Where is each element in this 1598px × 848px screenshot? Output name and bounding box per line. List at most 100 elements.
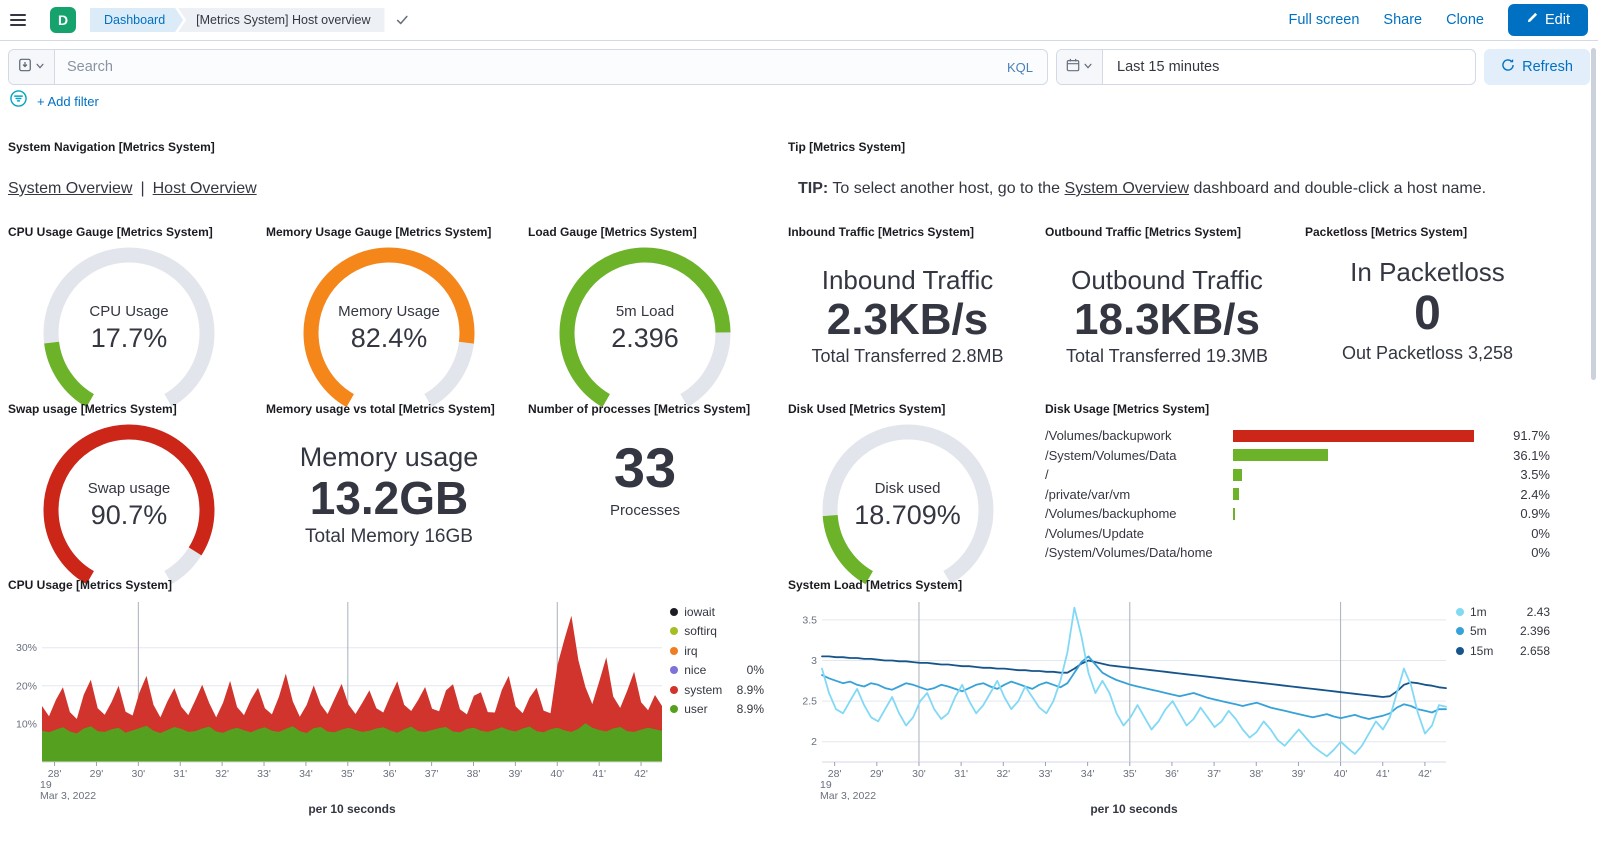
disk-path-label: /System/Volumes/Data: [1045, 448, 1233, 463]
legend-color-dot: [670, 705, 678, 713]
svg-text:32': 32': [215, 768, 229, 780]
svg-text:29': 29': [870, 768, 884, 780]
query-bar: KQL Last 15 minutes Refresh: [0, 41, 1598, 89]
metric-label: Outbound Traffic: [1045, 265, 1289, 296]
breadcrumb-dashboard[interactable]: Dashboard: [90, 8, 183, 32]
gauge-value: 17.7%: [34, 323, 224, 354]
tip-text-after: dashboard and double-click a host name.: [1189, 180, 1486, 197]
refresh-button[interactable]: Refresh: [1484, 49, 1590, 85]
legend-color-dot: [670, 686, 678, 694]
svg-text:40': 40': [1334, 768, 1348, 780]
date-quick-select-button[interactable]: [1057, 50, 1103, 84]
svg-text:34': 34': [299, 768, 313, 780]
disk-percent-value: 0%: [1496, 526, 1550, 541]
share-link[interactable]: Share: [1383, 12, 1422, 28]
svg-text:37': 37': [1207, 768, 1221, 780]
svg-text:30': 30': [132, 768, 146, 780]
vertical-scrollbar[interactable]: [1591, 48, 1596, 380]
gauge-label: Swap usage: [34, 480, 224, 497]
check-icon: [395, 13, 409, 27]
cpu-usage-chart[interactable]: 10%20%30%28'29'30'31'32'33'34'35'36'37'3…: [8, 594, 666, 800]
legend-item[interactable]: system8.9%: [670, 680, 764, 700]
legend-label: 1m: [1470, 605, 1518, 619]
panel-title[interactable]: Memory Usage Gauge [Metrics System]: [266, 225, 512, 239]
load-chart-legend: 1m2.435m2.39615m2.658: [1456, 602, 1550, 800]
search-input[interactable]: [55, 59, 993, 75]
panel-title[interactable]: Packetloss [Metrics System]: [1305, 225, 1550, 239]
system-load-chart[interactable]: 22.533.528'29'30'31'32'33'34'35'36'37'38…: [788, 594, 1452, 800]
panel-title[interactable]: CPU Usage Gauge [Metrics System]: [8, 225, 250, 239]
metric-value: 13.2GB: [266, 473, 512, 524]
gauge-value: 90.7%: [34, 500, 224, 531]
svg-text:32': 32': [996, 768, 1010, 780]
top-actions: Full screen Share Clone Edit: [1288, 4, 1588, 36]
legend-item[interactable]: 1m2.43: [1456, 602, 1550, 622]
panel-title[interactable]: CPU Usage [Metrics System]: [8, 578, 764, 592]
legend-color-dot: [1456, 627, 1464, 635]
legend-item[interactable]: nice0%: [670, 661, 764, 681]
legend-label: 5m: [1470, 624, 1518, 638]
tip-system-overview-link[interactable]: System Overview: [1065, 180, 1189, 197]
legend-color-dot: [670, 666, 678, 674]
panel-title[interactable]: System Navigation [Metrics System]: [8, 140, 762, 154]
disk-usage-row: /Volumes/backupwork91.7%: [1045, 426, 1550, 446]
svg-text:35': 35': [1123, 768, 1137, 780]
system-overview-link[interactable]: System Overview: [8, 180, 132, 197]
metric-value: 0: [1305, 288, 1550, 341]
gauge-label: Disk used: [813, 480, 1003, 497]
legend-item[interactable]: 15m2.658: [1456, 641, 1550, 661]
disk-usage-bar: [1233, 508, 1496, 520]
svg-text:42': 42': [634, 768, 648, 780]
disk-percent-value: 36.1%: [1496, 448, 1550, 463]
refresh-button-label: Refresh: [1522, 59, 1573, 75]
panel-title[interactable]: Inbound Traffic [Metrics System]: [788, 225, 1027, 239]
panel-title[interactable]: Number of processes [Metrics System]: [528, 402, 762, 416]
system-navigation-links: System Overview | Host Overview: [8, 180, 762, 198]
svg-text:41': 41': [592, 768, 606, 780]
metric-label: In Packetloss: [1305, 257, 1550, 288]
panel-title[interactable]: Memory usage vs total [Metrics System]: [266, 402, 512, 416]
legend-item[interactable]: user8.9%: [670, 700, 764, 720]
clone-link[interactable]: Clone: [1446, 12, 1484, 28]
add-filter-link[interactable]: + Add filter: [37, 94, 99, 109]
svg-text:20%: 20%: [16, 680, 37, 692]
edit-button[interactable]: Edit: [1508, 4, 1588, 36]
time-range-value[interactable]: Last 15 minutes: [1103, 59, 1219, 75]
outbound-traffic-metric: Outbound Traffic 18.3KB/s Total Transfer…: [1045, 265, 1289, 367]
disk-percent-value: 0%: [1496, 545, 1550, 560]
panel-title[interactable]: Outbound Traffic [Metrics System]: [1045, 225, 1289, 239]
panel-title[interactable]: Load Gauge [Metrics System]: [528, 225, 762, 239]
full-screen-link[interactable]: Full screen: [1288, 12, 1359, 28]
legend-item[interactable]: softirq: [670, 622, 764, 642]
panel-title[interactable]: Disk Usage [Metrics System]: [1045, 402, 1550, 416]
kql-toggle[interactable]: KQL: [993, 60, 1047, 75]
panel-title[interactable]: Swap usage [Metrics System]: [8, 402, 250, 416]
metric-label: Memory usage: [266, 442, 512, 473]
filter-icon[interactable]: [10, 90, 27, 112]
menu-icon[interactable]: [10, 11, 38, 29]
tip-text-before: To select another host, go to the: [828, 180, 1064, 197]
disk-percent-value: 3.5%: [1496, 467, 1550, 482]
legend-item[interactable]: iowait: [670, 602, 764, 622]
saved-query-menu-button[interactable]: [9, 50, 55, 84]
legend-item[interactable]: 5m2.396: [1456, 622, 1550, 642]
deployment-logo[interactable]: D: [50, 7, 76, 33]
link-separator: |: [140, 180, 144, 197]
svg-text:31': 31': [954, 768, 968, 780]
panel-title[interactable]: Tip [Metrics System]: [788, 140, 1550, 154]
disk-usage-bar: [1233, 527, 1496, 539]
panel-memory-usage-vs-total: Memory usage vs total [Metrics System] M…: [258, 394, 520, 566]
svg-text:39': 39': [1292, 768, 1306, 780]
panel-title[interactable]: System Load [Metrics System]: [788, 578, 1550, 592]
panel-title[interactable]: Disk Used [Metrics System]: [788, 402, 1027, 416]
legend-label: nice: [684, 663, 732, 677]
svg-text:34': 34': [1081, 768, 1095, 780]
process-label: Processes: [528, 502, 762, 519]
gauge-label: 5m Load: [550, 303, 740, 320]
chevron-down-icon: [1083, 58, 1093, 76]
disk-usage-row: /3.5%: [1045, 465, 1550, 485]
memory-total-metric: Memory usage 13.2GB Total Memory 16GB: [266, 442, 512, 548]
legend-item[interactable]: irq: [670, 641, 764, 661]
host-overview-link[interactable]: Host Overview: [153, 180, 257, 197]
breadcrumb-current: [Metrics System] Host overview: [178, 8, 384, 32]
